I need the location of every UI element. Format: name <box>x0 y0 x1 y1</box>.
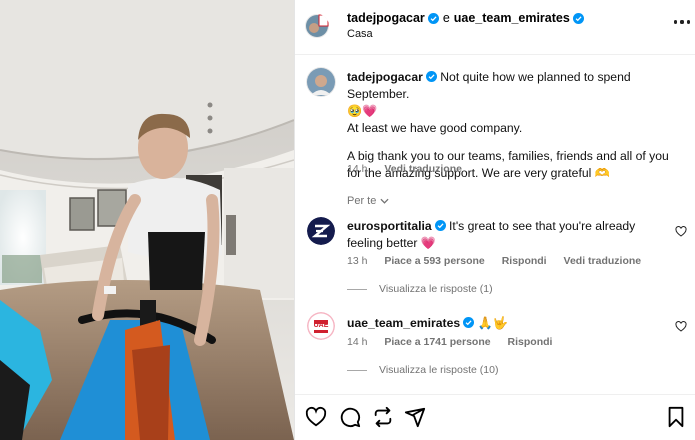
reply-button[interactable]: Rispondi <box>508 336 553 348</box>
repost-icon[interactable] <box>372 406 394 428</box>
caption-emojis: 🥹💗 <box>347 104 378 118</box>
eurosport-avatar[interactable] <box>307 217 335 245</box>
comment-sort-dropdown[interactable]: Per te <box>347 195 389 207</box>
comment-like-heart-icon[interactable] <box>675 226 687 237</box>
verified-badge-icon <box>572 12 584 24</box>
collab-connector: e <box>442 11 450 25</box>
caption-line-2: At least we have good company. <box>347 121 523 135</box>
post-photo[interactable] <box>0 0 294 440</box>
bookmark-icon[interactable] <box>665 406 687 428</box>
verified-badge-icon <box>427 12 439 24</box>
view-replies-label: Visualizza le risposte (10) <box>379 364 499 376</box>
view-replies-label: Visualizza le risposte (1) <box>379 283 493 295</box>
post-action-bar <box>295 394 695 440</box>
comment-meta: 14 h Piace a 1741 persone Rispondi <box>347 336 566 348</box>
comment-meta: 13 h Piace a 593 persone Rispondi Vedi t… <box>347 255 655 267</box>
comment-uae-team: uae_team_emirates 🙏🤟 <box>347 315 665 332</box>
caption-author-avatar[interactable] <box>306 67 336 97</box>
comment-like-heart-icon[interactable] <box>675 321 687 332</box>
send-icon[interactable] <box>404 406 426 428</box>
comment-eurosport: eurosportitalia It's great to see that y… <box>347 218 665 252</box>
more-options-icon[interactable] <box>674 19 690 25</box>
caption-username[interactable]: tadejpogacar <box>347 70 423 84</box>
replies-divider <box>347 369 367 371</box>
replies-divider <box>347 288 367 290</box>
post-header: tadejpogacar e uae_team_emirates Casa <box>295 0 695 55</box>
verified-badge-icon <box>434 220 446 231</box>
heart-icon[interactable] <box>305 406 327 428</box>
chevron-down-icon <box>380 198 389 204</box>
collab-avatar[interactable] <box>305 14 329 38</box>
comment-body: 🙏🤟 <box>477 316 508 330</box>
collaborator-username[interactable]: uae_team_emirates <box>454 11 570 25</box>
uae-team-avatar[interactable]: UAE <box>307 312 335 340</box>
comment-sort-label: Per te <box>347 195 377 207</box>
comment-timestamp: 14 h <box>347 336 368 348</box>
post-photo-illustration <box>0 0 294 440</box>
verified-badge-icon <box>463 317 475 328</box>
comment-likes-count[interactable]: Piace a 1741 persone <box>384 336 490 348</box>
comment-icon[interactable] <box>339 406 361 428</box>
verified-badge-icon <box>425 71 437 82</box>
comment-username[interactable]: eurosportitalia <box>347 219 432 233</box>
post-detail-panel: tadejpogacar e uae_team_emirates Casa ta… <box>294 0 695 440</box>
caption-timestamp: 14 h <box>347 163 368 175</box>
uae-logo-text: UAE <box>313 322 329 329</box>
post-location[interactable]: Casa <box>347 28 373 40</box>
comment-timestamp: 13 h <box>347 255 368 267</box>
see-translation-link[interactable]: Vedi traduzione <box>384 163 462 175</box>
comment-likes-count[interactable]: Piace a 593 persone <box>384 255 484 267</box>
see-translation-link[interactable]: Vedi traduzione <box>564 255 642 267</box>
author-username[interactable]: tadejpogacar <box>347 11 425 25</box>
view-replies-button[interactable]: Visualizza le risposte (1) <box>347 283 493 295</box>
caption-meta: 14 h Vedi traduzione <box>347 163 476 175</box>
comment-username[interactable]: uae_team_emirates <box>347 316 460 330</box>
reply-button[interactable]: Rispondi <box>502 255 547 267</box>
view-replies-button[interactable]: Visualizza le risposte (10) <box>347 364 498 376</box>
post-author-line: tadejpogacar e uae_team_emirates <box>347 11 584 25</box>
